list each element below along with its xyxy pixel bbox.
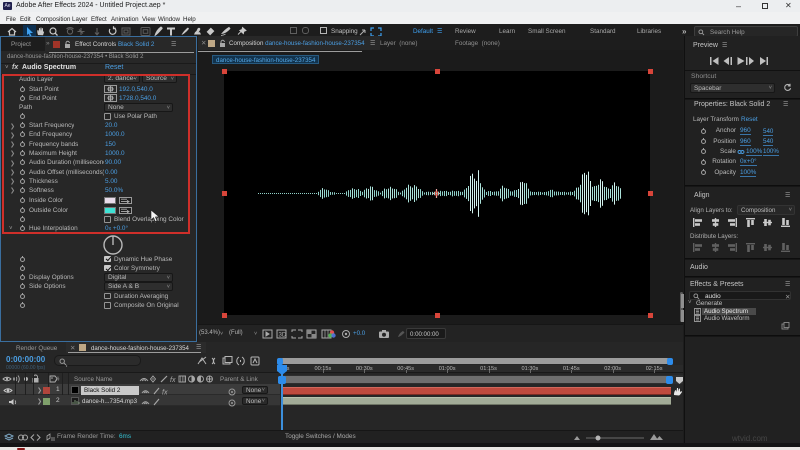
svg-text:fx: fx bbox=[162, 390, 168, 397]
svg-text:3D: 3D bbox=[279, 333, 287, 339]
svg-text:fx: fx bbox=[170, 377, 176, 384]
